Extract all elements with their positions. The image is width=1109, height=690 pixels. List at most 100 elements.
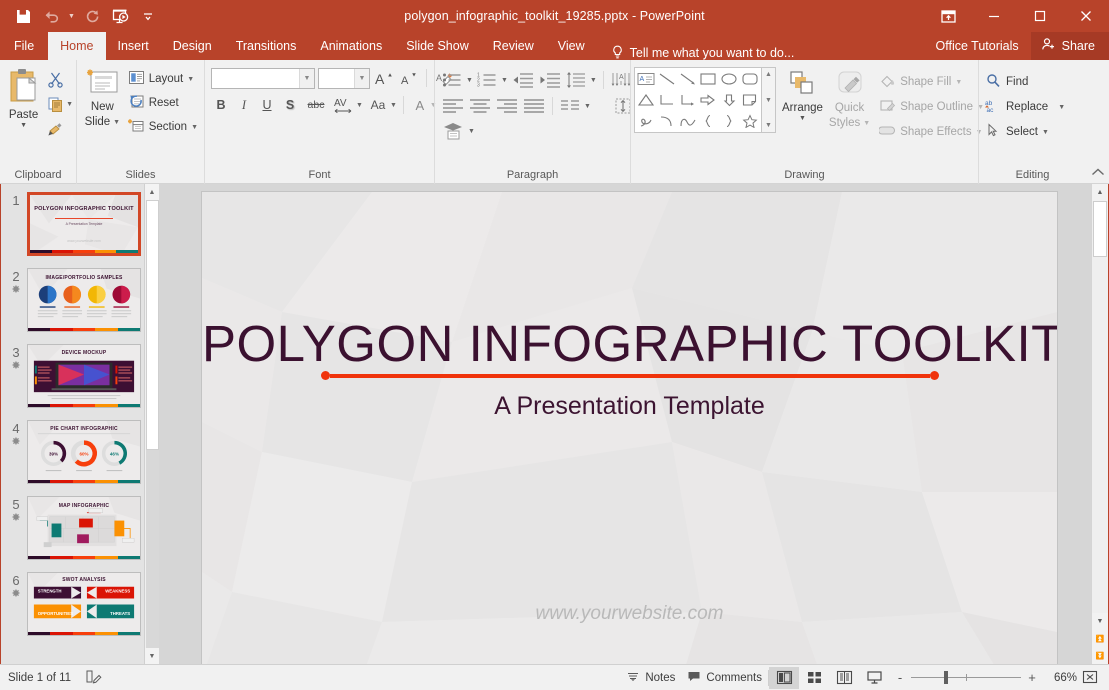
thumbnail-scroll-thumb[interactable] (146, 200, 159, 450)
fit-to-window-button[interactable] (1077, 670, 1103, 685)
vertical-scroll-thumb[interactable] (1093, 201, 1107, 257)
down-arrow-shape-icon[interactable] (719, 90, 740, 111)
shapes-gallery[interactable]: A (634, 67, 762, 133)
minimize-icon[interactable] (971, 0, 1017, 32)
thumbnail-item-2[interactable]: 2 ✸ IMAGE/PORTFOLIO SAMPLES (1, 268, 159, 332)
thumbnail-preview[interactable]: IMAGE/PORTFOLIO SAMPLES (27, 268, 141, 332)
zoom-level-label[interactable]: 66% (1043, 672, 1077, 684)
notes-button[interactable]: Notes (620, 667, 681, 689)
numbering-button[interactable]: 123 (476, 69, 498, 91)
font-color-button[interactable]: A (410, 94, 430, 116)
justify-button[interactable] (522, 95, 546, 117)
thumbnail-item-5[interactable]: 5 ✸ (1, 496, 159, 560)
tab-insert[interactable]: Insert (106, 32, 161, 60)
quick-styles-dropdown-icon[interactable]: ▼ (863, 117, 870, 130)
rectangle-shape-icon[interactable] (698, 69, 719, 90)
slide-website-text[interactable]: www.yourwebsite.com (202, 603, 1057, 625)
slide-editor[interactable]: POLYGON INFOGRAPHIC TOOLKIT A Presentati… (202, 192, 1057, 664)
shape-fill-dropdown-icon[interactable]: ▼ (955, 79, 962, 86)
arrow-shape-icon[interactable] (677, 69, 698, 90)
oval-shape-icon[interactable] (719, 69, 740, 90)
animation-star-icon[interactable]: ✸ (11, 284, 20, 297)
tab-animations[interactable]: Animations (308, 32, 394, 60)
reading-view-button[interactable] (829, 667, 859, 689)
share-button[interactable]: Share (1031, 32, 1109, 60)
section-button[interactable]: Section ▼ (125, 116, 201, 138)
shape-outline-button[interactable]: Shape Outline ▼ (876, 96, 987, 118)
shape-effects-button[interactable]: Shape Effects ▼ (876, 121, 987, 143)
triangle-shape-icon[interactable] (636, 90, 657, 111)
slide-subtitle-text[interactable]: A Presentation Template (202, 392, 1057, 421)
arc-shape-icon[interactable] (657, 110, 678, 131)
shapes-scroll-up-icon[interactable]: ▲ (765, 70, 772, 79)
slide-title-text[interactable]: POLYGON INFOGRAPHIC TOOLKIT (202, 314, 1057, 373)
thumbnail-scroll-up-icon[interactable]: ▲ (145, 184, 160, 200)
animation-star-icon[interactable]: ✸ (11, 512, 20, 525)
bold-button[interactable]: B (211, 94, 231, 116)
thumbnail-preview[interactable]: 39% 60% 46% PIE CHART INFOGRAPHIC (27, 420, 141, 484)
thumbnail-item-4[interactable]: 4 ✸ 39% 60% 46% (1, 420, 159, 484)
right-arrow-shape-icon[interactable] (698, 90, 719, 111)
columns-dropdown-icon[interactable]: ▼ (584, 103, 591, 110)
tab-slide-show[interactable]: Slide Show (394, 32, 481, 60)
bullets-dropdown-icon[interactable]: ▼ (466, 77, 473, 84)
normal-view-button[interactable] (769, 667, 799, 689)
align-left-button[interactable] (441, 95, 465, 117)
collapse-ribbon-button[interactable] (1091, 167, 1105, 181)
strikethrough-button[interactable]: abc (303, 94, 329, 116)
zoom-handle[interactable] (944, 671, 948, 684)
text-shadow-button[interactable]: S (280, 94, 300, 116)
quick-styles-button[interactable]: Quick Styles ▼ (829, 67, 870, 130)
shapes-scroll-down-icon[interactable]: ▼ (765, 96, 772, 105)
line-spacing-dropdown-icon[interactable]: ▼ (590, 77, 597, 84)
decrease-indent-button[interactable] (511, 69, 535, 91)
arrange-dropdown-icon[interactable]: ▼ (799, 115, 806, 123)
tab-design[interactable]: Design (161, 32, 224, 60)
numbering-dropdown-icon[interactable]: ▼ (501, 77, 508, 84)
paste-button[interactable]: Paste ▼ (3, 64, 44, 130)
thumbnail-preview[interactable]: DEVICE MOCKUP (27, 344, 141, 408)
reset-button[interactable]: Reset (125, 92, 201, 114)
folded-corner-shape-icon[interactable] (739, 90, 760, 111)
right-brace-shape-icon[interactable] (719, 110, 740, 131)
change-case-button[interactable]: Aa (366, 94, 390, 116)
font-size-dropdown-icon[interactable]: ▼ (354, 69, 369, 88)
vertical-scroll-track[interactable] (1092, 257, 1108, 613)
character-spacing-dropdown-icon[interactable]: ▼ (356, 102, 363, 109)
new-slide-dropdown-icon[interactable]: ▼ (113, 116, 120, 129)
replace-button[interactable]: abac Replace ▼ (982, 96, 1068, 118)
zoom-slider[interactable]: - + (895, 670, 1037, 685)
font-name-dropdown-icon[interactable]: ▼ (299, 69, 314, 88)
text-box-shape-icon[interactable]: A (636, 69, 657, 90)
account-name[interactable]: Office Tutorials (924, 39, 1031, 53)
rounded-rectangle-shape-icon[interactable] (739, 69, 760, 90)
scroll-up-icon[interactable]: ▲ (1092, 184, 1108, 201)
star-shape-icon[interactable] (739, 110, 760, 131)
italic-button[interactable]: I (234, 94, 254, 116)
previous-slide-icon[interactable]: ⏫ (1092, 630, 1108, 647)
layout-dropdown-icon[interactable]: ▼ (187, 76, 194, 83)
thumbnail-pane-scrollbar[interactable]: ▲ ▼ (144, 184, 159, 664)
notes-page-icon[interactable] (85, 669, 102, 687)
restore-icon[interactable] (1017, 0, 1063, 32)
slide-thumbnail-pane[interactable]: 1 POLYGON INFOGRAPHIC TOOLKIT A Presenta… (1, 184, 159, 664)
align-right-button[interactable] (495, 95, 519, 117)
elbow-connector-shape-icon[interactable] (657, 90, 678, 111)
format-painter-icon[interactable] (44, 118, 66, 140)
tell-me-search[interactable]: Tell me what you want to do... (611, 45, 795, 60)
font-size-input[interactable]: ▼ (318, 68, 370, 89)
animation-star-icon[interactable]: ✸ (11, 588, 20, 601)
thumbnail-preview[interactable]: POLYGON INFOGRAPHIC TOOLKIT A Presentati… (27, 192, 141, 256)
arrange-button[interactable]: Arrange ▼ (782, 67, 823, 123)
zoom-track[interactable] (911, 677, 1021, 678)
slide-show-button[interactable] (859, 667, 889, 689)
font-name-input[interactable]: ▼ (211, 68, 315, 89)
columns-button[interactable] (559, 95, 581, 117)
character-spacing-button[interactable]: AV (332, 94, 356, 116)
tab-view[interactable]: View (546, 32, 597, 60)
center-button[interactable] (468, 95, 492, 117)
next-slide-icon[interactable]: ⏬ (1092, 647, 1108, 664)
slide-vertical-scrollbar[interactable]: ▲ ▼ ⏫ ⏬ (1091, 184, 1108, 664)
shapes-gallery-more-icon[interactable]: ▼ (765, 121, 772, 130)
find-button[interactable]: Find (982, 71, 1031, 93)
